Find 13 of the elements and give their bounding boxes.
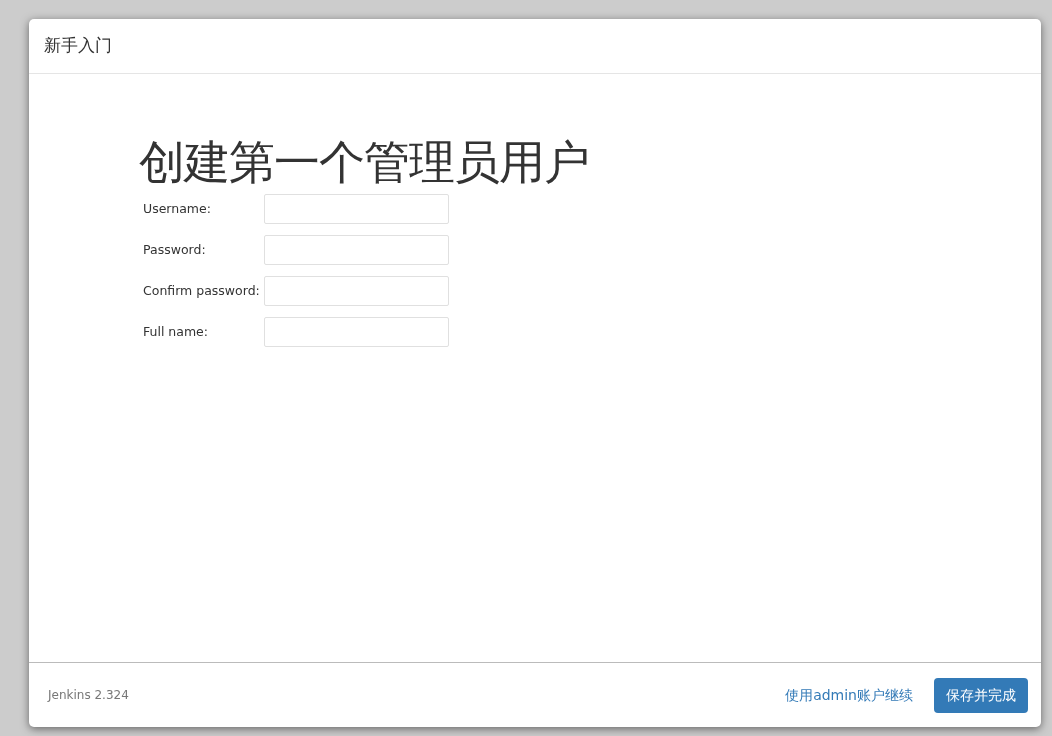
input-field[interactable]	[264, 317, 449, 347]
field-label: Confirm password:	[143, 281, 261, 300]
save-and-finish-button[interactable]: 保存并完成	[934, 677, 1028, 713]
version-text: Jenkins 2.324	[48, 687, 129, 704]
field-label: Full name:	[143, 322, 209, 341]
field-label: Username:	[143, 199, 212, 218]
input-field[interactable]	[264, 276, 449, 306]
continue-as-admin-link[interactable]: 使用admin账户继续	[785, 684, 913, 706]
input-field[interactable]	[264, 194, 449, 224]
input-field[interactable]	[264, 235, 449, 265]
page-heading: 创建第一个管理员用户	[139, 134, 590, 191]
field-label: Password:	[143, 240, 207, 259]
dialog-title: 新手入门	[44, 34, 112, 58]
